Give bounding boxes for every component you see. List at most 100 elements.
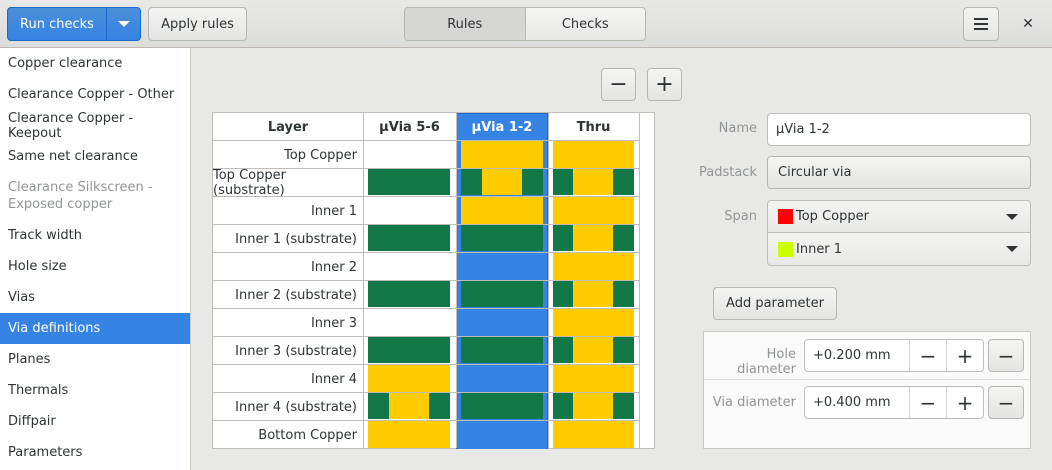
increment-button[interactable]: + xyxy=(946,340,983,371)
span-from-value: Top Copper xyxy=(796,209,869,224)
apply-rules-button[interactable]: Apply rules xyxy=(148,7,247,41)
hole-diameter-label: Hole diameter xyxy=(737,347,796,377)
via-diameter-spinbutton: +0.400 mm − + xyxy=(804,386,984,419)
thru-copper xyxy=(553,197,634,224)
thru-copper xyxy=(553,421,634,448)
sidebar-item-same-net-clearance[interactable]: Same net clearance xyxy=(0,141,190,172)
row-label: Inner 1 xyxy=(310,203,357,219)
grid-line xyxy=(213,308,639,309)
chevron-down-icon xyxy=(117,21,130,27)
tab-rules[interactable]: Rules xyxy=(405,8,526,40)
sidebar-item-clearance-copper-keepout[interactable]: Clearance Copper - Keepout xyxy=(0,110,190,141)
thru-copper xyxy=(553,309,634,336)
grid-line xyxy=(213,140,639,141)
add-via-button[interactable]: + xyxy=(647,68,682,101)
via-5-6-substrate xyxy=(368,337,450,363)
thru-copper xyxy=(553,253,634,280)
layer-color-swatch xyxy=(778,209,793,224)
decrement-button[interactable]: − xyxy=(909,340,946,371)
row-label: Inner 4 xyxy=(310,371,357,387)
sidebar-item-clearance-silkscreen[interactable]: Clearance Silkscreen - Exposed copper xyxy=(0,172,190,220)
sidebar-item-thermals[interactable]: Thermals xyxy=(0,375,190,406)
col-header-uvia-1-2[interactable]: µVia 1-2 xyxy=(456,113,548,141)
sidebar-item-diffpair[interactable]: Diffpair xyxy=(0,406,190,437)
row-label: Top Copper xyxy=(284,147,357,163)
remove-via-button[interactable]: − xyxy=(601,68,636,101)
chevron-down-icon xyxy=(1006,214,1018,220)
col-header-layer: Layer xyxy=(267,119,309,135)
sidebar-item-via-definitions[interactable]: Via definitions xyxy=(0,313,190,344)
main-menu-button[interactable] xyxy=(963,7,999,41)
grid-line xyxy=(213,280,639,281)
via-diameter-input[interactable]: +0.400 mm xyxy=(805,387,909,418)
grid-line xyxy=(213,196,639,197)
decrement-button[interactable]: − xyxy=(909,387,946,418)
plus-icon: + xyxy=(956,390,974,415)
remove-hole-diameter-button[interactable]: − xyxy=(988,339,1024,372)
tab-checks[interactable]: Checks xyxy=(525,8,645,40)
plus-icon: + xyxy=(956,343,974,368)
row-label: Top Copper (substrate) xyxy=(213,168,286,198)
thru-barrel xyxy=(573,281,613,307)
span-to-combo[interactable]: Inner 1 xyxy=(767,233,1031,266)
row-label: Bottom Copper xyxy=(258,427,357,443)
sidebar-item-track-width[interactable]: Track width xyxy=(0,220,190,251)
thru-barrel xyxy=(573,169,613,195)
col-header-uvia-5-6[interactable]: µVia 5-6 xyxy=(363,113,456,141)
hole-diameter-input[interactable]: +0.200 mm xyxy=(805,340,909,371)
grid-line xyxy=(213,420,639,421)
param-row-via-diameter: Via diameter +0.400 mm − + − xyxy=(704,380,1030,427)
row-label: Inner 4 (substrate) xyxy=(235,399,357,415)
row-label: Inner 2 xyxy=(310,259,357,275)
minus-icon: − xyxy=(997,343,1015,368)
run-checks-button[interactable]: Run checks xyxy=(8,8,107,40)
grid-line xyxy=(213,364,639,365)
col-header-thru[interactable]: Thru xyxy=(548,113,639,141)
sidebar-item-vias[interactable]: Vias xyxy=(0,282,190,313)
add-parameter-button[interactable]: Add parameter xyxy=(713,287,837,320)
run-checks-menu-button[interactable] xyxy=(107,8,140,40)
minus-icon: − xyxy=(919,343,937,368)
run-checks-split-button: Run checks xyxy=(7,7,141,41)
span-to-value: Inner 1 xyxy=(796,241,843,257)
sidebar-item-hole-size[interactable]: Hole size xyxy=(0,251,190,282)
name-input[interactable]: µVia 1-2 xyxy=(767,113,1031,146)
grid-line xyxy=(213,224,639,225)
thru-copper xyxy=(553,365,634,392)
span-from-combo[interactable]: Top Copper xyxy=(767,200,1031,233)
via-5-6-copper xyxy=(368,365,450,392)
parameters-list: Hole diameter +0.200 mm − + − Via diamet… xyxy=(703,331,1031,449)
thru-barrel xyxy=(573,393,613,419)
plus-icon: + xyxy=(655,72,674,97)
padstack-button[interactable]: Circular via xyxy=(767,156,1031,189)
close-button[interactable]: ✕ xyxy=(1014,7,1042,41)
grid-line xyxy=(639,113,640,448)
span-label: Span xyxy=(724,209,757,224)
chevron-down-icon xyxy=(1006,246,1018,252)
via-1-2-substrate xyxy=(461,225,543,251)
sidebar-item-planes[interactable]: Planes xyxy=(0,344,190,375)
sidebar-item-parameters[interactable]: Parameters xyxy=(0,437,190,468)
via-diameter-label: Via diameter xyxy=(712,395,796,410)
layer-stack-table: Layer µVia 5-6 µVia 1-2 Thru Top Copper … xyxy=(212,112,655,449)
sidebar-item-copper-clearance[interactable]: Copper clearance xyxy=(0,48,190,79)
via-5-6-copper xyxy=(368,421,450,448)
close-icon: ✕ xyxy=(1022,16,1034,32)
layer-color-swatch xyxy=(778,241,793,257)
row-label: Inner 2 (substrate) xyxy=(235,287,357,303)
thru-barrel xyxy=(573,337,613,363)
row-label: Inner 3 xyxy=(310,315,357,331)
view-switcher: Rules Checks xyxy=(404,7,646,41)
padstack-label: Padstack xyxy=(699,165,757,180)
grid-line xyxy=(213,252,639,253)
increment-button[interactable]: + xyxy=(946,387,983,418)
rules-sidebar: Copper clearance Clearance Copper - Othe… xyxy=(0,48,191,470)
via-5-6-substrate xyxy=(368,225,450,251)
grid-line xyxy=(213,336,639,337)
thru-copper xyxy=(553,141,634,168)
via-5-6-substrate xyxy=(368,281,450,307)
sidebar-item-clearance-copper-other[interactable]: Clearance Copper - Other xyxy=(0,79,190,110)
row-label: Inner 1 (substrate) xyxy=(235,231,357,247)
remove-via-diameter-button[interactable]: − xyxy=(988,386,1024,419)
via-1-2-copper xyxy=(461,141,543,168)
